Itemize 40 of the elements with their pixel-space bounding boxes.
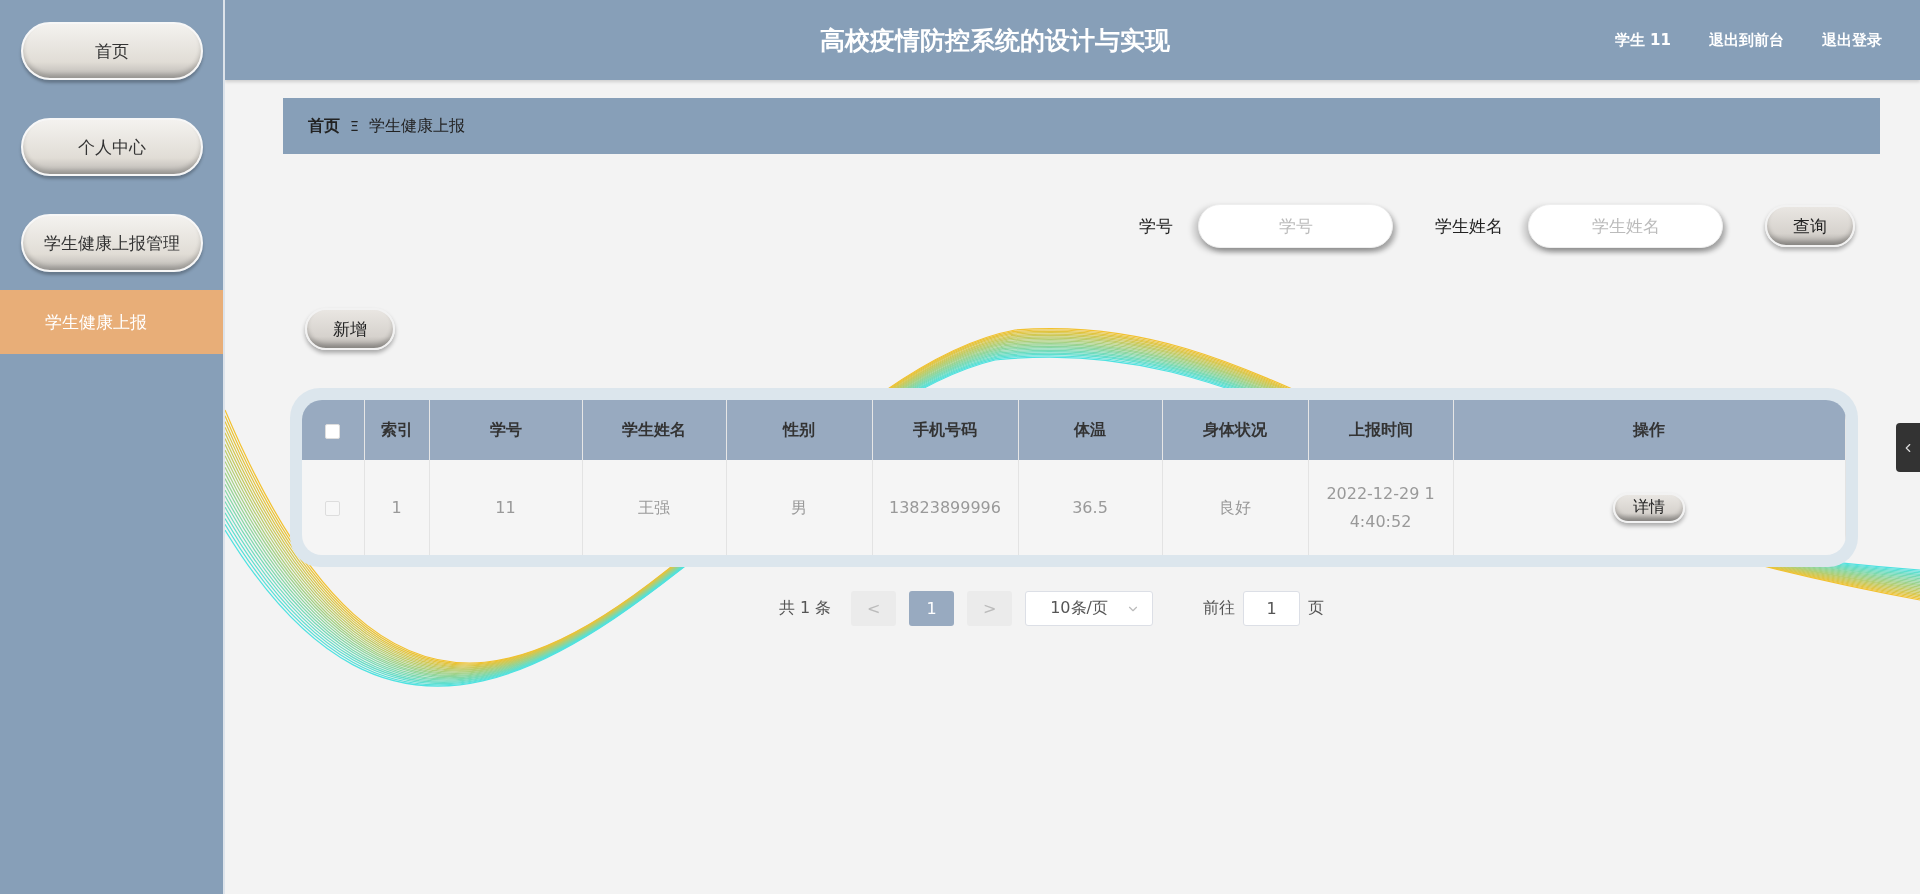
breadcrumb-link[interactable]: 学生健康上报 (368, 115, 465, 137)
sidebar-menu-button[interactable]: 个人中心 (20, 118, 203, 176)
goto-label: 前往 (1203, 598, 1236, 619)
sidebar-menu-button[interactable]: 学生健康上报管理 (20, 214, 203, 272)
column-header: 手机号码 (872, 400, 1018, 460)
table-cell: 男 (726, 460, 872, 555)
search-field[interactable]: 学号 (1198, 204, 1393, 248)
user-name: 学生 11 (1614, 30, 1671, 50)
search-field[interactable]: 学生姓名 (1528, 204, 1723, 248)
detail-button[interactable]: 详情 (1613, 492, 1686, 523)
column-header: 性别 (726, 400, 872, 460)
sidebar-menu-button[interactable]: 首页 (20, 22, 203, 80)
table-cell: 13823899996 (872, 460, 1018, 555)
column-header: 身体状况 (1162, 400, 1308, 460)
search-label: 学生姓名 (1435, 214, 1503, 238)
row-checkbox[interactable] (325, 500, 341, 516)
table-cell: 王强 (582, 460, 726, 555)
page-suffix: 页 (1308, 598, 1325, 619)
table-cell: 1 (364, 460, 429, 555)
column-header: 体温 (1018, 400, 1162, 460)
add-button[interactable]: 新增 (305, 308, 395, 350)
table-cell: 11 (429, 460, 582, 555)
table-cell: 2022-12-29 14:40:52 (1308, 460, 1453, 555)
table-cell: 36.5 (1018, 460, 1162, 555)
table-cell: 良好 (1162, 460, 1308, 555)
column-header: 学生姓名 (582, 400, 726, 460)
search-label: 学号 (1139, 214, 1173, 238)
column-header: 索引 (364, 400, 429, 460)
side-panel-tab[interactable] (1896, 423, 1920, 472)
search-button[interactable]: 查询 (1765, 205, 1855, 247)
column-header: 学号 (429, 400, 582, 460)
breadcrumb-link[interactable]: 首页 (308, 115, 340, 137)
column-header: 上报时间 (1308, 400, 1453, 460)
total-count: 共 1 条 (778, 598, 832, 619)
breadcrumb-separator: Ξ (350, 118, 359, 134)
app-title: 高校疫情防控系统的设计与实现 (818, 24, 1171, 57)
column-header: 操作 (1453, 400, 1846, 460)
page-jump-field[interactable]: 1 (1243, 591, 1301, 626)
page-size-select[interactable]: 10条/页 (1025, 591, 1154, 626)
select-all-checkbox[interactable] (325, 423, 341, 439)
